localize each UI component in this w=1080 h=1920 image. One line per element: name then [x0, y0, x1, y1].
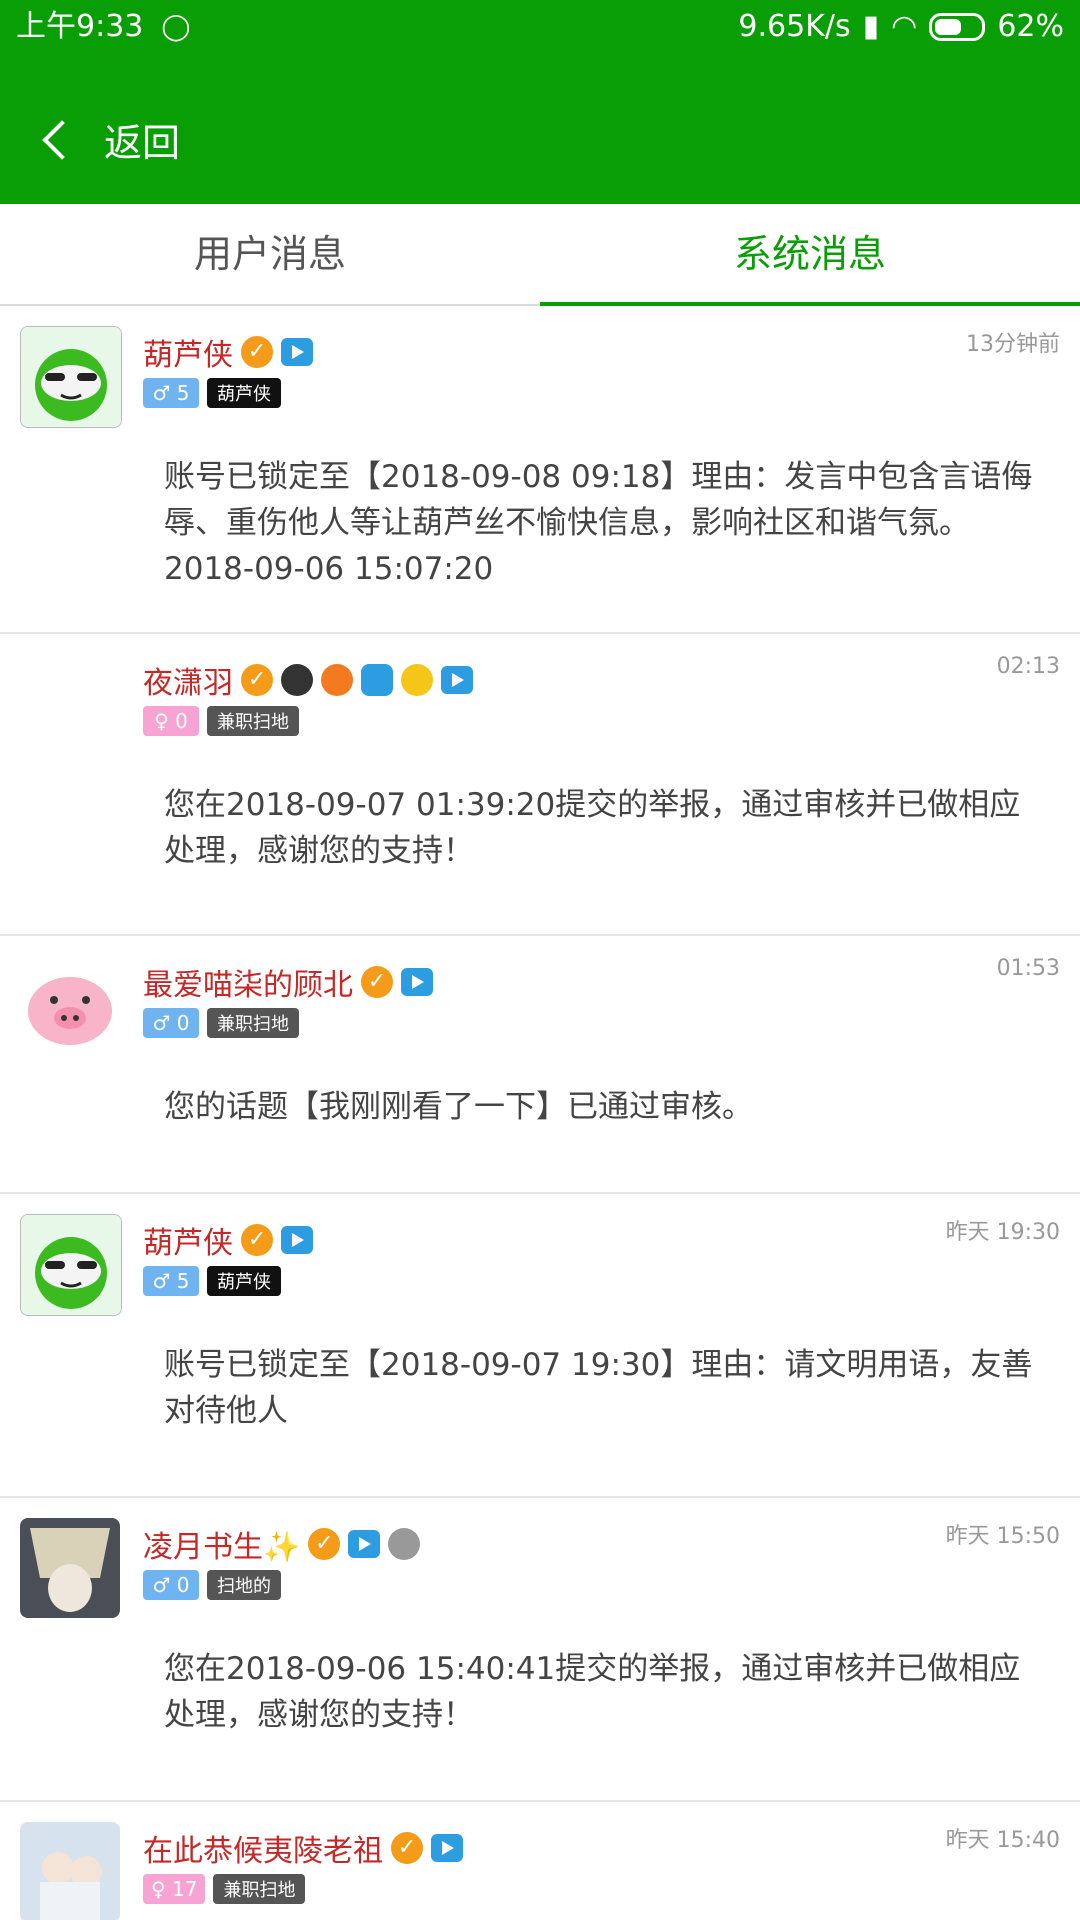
video-icon [401, 968, 433, 996]
message-time: 13分钟前 [966, 332, 1060, 357]
battery-percent: 62% [997, 9, 1064, 44]
status-bar: 上午9:33 ◯ 9.65K/s ▮ ◠ 62% [0, 0, 1080, 54]
verified-icon: ✓ [241, 664, 273, 696]
video-icon [281, 1226, 313, 1254]
sender-name[interactable]: 凌月书生✨ [143, 1522, 300, 1566]
gender-level-badge: ♂ 0 [143, 1008, 199, 1038]
back-label: 返回 [104, 121, 181, 165]
message-content: 账号已锁定至【2018-09-08 09:18】理由：发言中包含言语侮辱、重伤他… [164, 459, 1033, 587]
gender-level-badge: ♂ 5 [143, 1266, 199, 1296]
role-badge: 兼职扫地 [213, 1874, 306, 1904]
verified-icon: ✓ [241, 1224, 273, 1256]
sender-name[interactable]: 最爱喵柒的顾北 [143, 960, 353, 1004]
message-time: 昨天 19:30 [945, 1220, 1060, 1245]
wifi-icon: ◠ [891, 9, 918, 44]
medal-icon [388, 1528, 421, 1560]
signal-icon: ▮ [862, 9, 880, 44]
sender-name[interactable]: 葫芦侠 [143, 330, 233, 374]
gender-level-badge: ♀ 17 [143, 1874, 206, 1904]
message-time: 01:53 [996, 956, 1060, 981]
back-button[interactable]: 返回 [38, 112, 180, 167]
verified-icon: ✓ [241, 336, 273, 368]
chat-icon [361, 664, 393, 696]
message-tabs: 用户消息 系统消息 [0, 204, 1080, 306]
video-icon [431, 1834, 463, 1862]
message-item[interactable]: 葫芦侠 ✓ 13分钟前 ♂ 5 葫芦侠 账号已锁定至【2018-09-08 09… [0, 306, 1080, 634]
video-icon [348, 1530, 381, 1558]
message-list: 葫芦侠 ✓ 13分钟前 ♂ 5 葫芦侠 账号已锁定至【2018-09-08 09… [0, 306, 1080, 1920]
medal-icon [401, 664, 433, 696]
app-header: 上午9:33 ◯ 9.65K/s ▮ ◠ 62% 返回 [0, 0, 1080, 204]
avatar[interactable] [20, 1214, 122, 1316]
medal-icon [321, 664, 353, 696]
role-badge: 扫地的 [207, 1570, 281, 1600]
network-speed: 9.65K/s [738, 9, 851, 44]
role-badge: 葫芦侠 [207, 378, 281, 408]
sender-name[interactable]: 葫芦侠 [143, 1218, 233, 1262]
video-icon [441, 666, 473, 694]
message-item[interactable]: 葫芦侠 ✓ 昨天 19:30 ♂ 5 葫芦侠 账号已锁定至【2018-09-07… [0, 1194, 1080, 1498]
message-item[interactable]: 最爱喵柒的顾北 ✓ 01:53 ♂ 0 兼职扫地 您的话题【我刚刚看了一下】已通… [0, 936, 1080, 1194]
message-content: 账号已锁定至【2018-09-07 19:30】理由：请文明用语，友善对待他人 [164, 1347, 1033, 1429]
role-badge: 葫芦侠 [207, 1266, 281, 1296]
avatar[interactable] [20, 956, 120, 1056]
message-item[interactable]: 夜潇羽 ✓ 02:13 ♀ 0 兼职扫地 您在2018-09-07 01:39:… [0, 634, 1080, 936]
role-badge: 兼职扫地 [207, 706, 299, 736]
message-time: 昨天 15:40 [945, 1828, 1060, 1853]
message-item[interactable]: 凌月书生✨ ✓ 昨天 15:50 ♂ 0 扫地的 您在2018-09-06 15… [0, 1498, 1080, 1802]
message-content: 您在2018-09-07 01:39:20提交的举报，通过审核并已做相应处理，感… [164, 787, 1021, 869]
video-icon [281, 338, 313, 366]
qq-notification-icon: ◯ [161, 12, 191, 42]
gender-level-badge: ♂ 5 [143, 378, 199, 408]
gender-level-badge: ♀ 0 [143, 706, 199, 736]
verified-icon: ✓ [391, 1832, 423, 1864]
verified-icon: ✓ [361, 966, 393, 998]
tab-system-messages[interactable]: 系统消息 [540, 204, 1080, 306]
message-content: 您在2018-09-06 15:40:41提交的举报，通过审核并已做相应处理，感… [164, 1651, 1021, 1733]
status-time: 上午9:33 [16, 9, 144, 44]
gender-level-badge: ♂ 0 [143, 1570, 199, 1600]
role-badge: 兼职扫地 [207, 1008, 299, 1038]
avatar[interactable] [20, 1822, 120, 1920]
avatar[interactable] [20, 326, 122, 428]
sender-name[interactable]: 在此恭候夷陵老祖 [143, 1826, 383, 1870]
message-time: 昨天 15:50 [945, 1524, 1060, 1549]
medal-icon [281, 664, 313, 696]
sender-name[interactable]: 夜潇羽 [143, 658, 233, 702]
battery-icon [929, 13, 986, 41]
message-item[interactable]: 在此恭候夷陵老祖 ✓ 昨天 15:40 ♀ 17 兼职扫地 [0, 1802, 1080, 1920]
verified-icon: ✓ [308, 1528, 341, 1560]
message-content: 您的话题【我刚刚看了一下】已通过审核。 [164, 1089, 753, 1125]
avatar[interactable] [20, 1518, 120, 1618]
message-time: 02:13 [996, 654, 1060, 679]
tab-user-messages[interactable]: 用户消息 [0, 204, 540, 304]
chevron-left-icon [42, 119, 82, 160]
